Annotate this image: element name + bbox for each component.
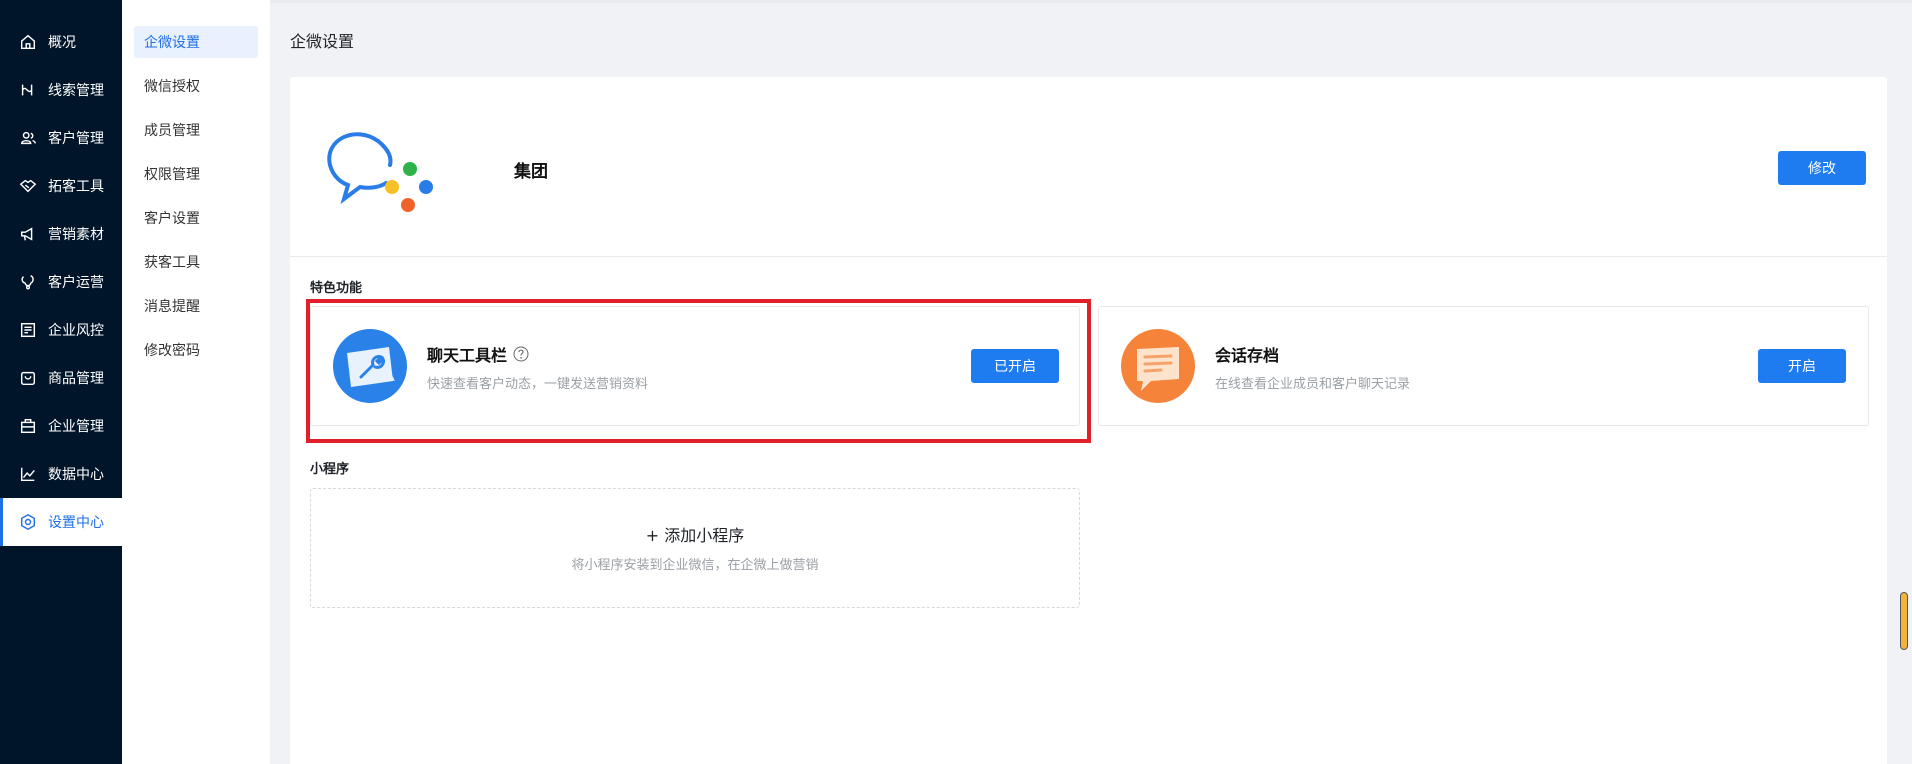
wecom-logo xyxy=(327,132,433,212)
sidebar-item-label: 客户运营 xyxy=(48,275,104,291)
settings-submenu: 企微设置 微信授权 成员管理 权限管理 客户设置 获客工具 消息提醒 修改密码 xyxy=(122,0,270,764)
top-border xyxy=(270,0,1912,3)
sidebar-item-enterprise[interactable]: 企业管理 xyxy=(0,402,122,450)
add-miniprogram-label: + 添加小程序 xyxy=(645,526,745,545)
sidebar-item-label: 数据中心 xyxy=(48,467,104,483)
users-icon xyxy=(18,128,38,148)
corp-name: 集团 xyxy=(514,162,548,182)
feature-title: 会话存档 xyxy=(1215,346,1280,365)
operation-icon xyxy=(18,272,38,292)
add-miniprogram-description: 将小程序安装到企业微信，在企微上做营销 xyxy=(571,558,819,573)
sidebar-item-products[interactable]: 商品管理 xyxy=(0,354,122,402)
sidebar-item-tools[interactable]: 拓客工具 xyxy=(0,162,122,210)
sidebar-item-customers[interactable]: 客户管理 xyxy=(0,114,122,162)
sidebar-item-data[interactable]: 数据中心 xyxy=(0,450,122,498)
session-archive-enable-button[interactable]: 开启 xyxy=(1758,349,1846,383)
sidebar-item-label: 企业风控 xyxy=(48,323,104,339)
sidebar-item-label: 拓客工具 xyxy=(48,179,104,195)
document-icon xyxy=(18,320,38,340)
submenu-item-permissions[interactable]: 权限管理 xyxy=(134,158,258,190)
help-icon[interactable] xyxy=(513,346,529,362)
main-sidebar: 概况 线索管理 客户管理 拓客工具 营销素材 客户运营 企业风控 商品管理 企业… xyxy=(0,0,122,764)
feature-description: 快速查看客户动态，一键发送营销资料 xyxy=(427,377,649,392)
submenu-item-wecom-settings[interactable]: 企微设置 xyxy=(134,26,258,58)
page-title: 企微设置 xyxy=(290,32,355,51)
submenu-item-notifications[interactable]: 消息提醒 xyxy=(134,290,258,322)
sidebar-item-label: 概况 xyxy=(48,35,76,51)
feature-title-text: 聊天工具栏 xyxy=(427,346,508,365)
sidebar-item-settings[interactable]: 设置中心 xyxy=(0,498,122,546)
settings-icon xyxy=(18,512,38,532)
wrench-chat-icon xyxy=(333,329,407,403)
chart-line-icon xyxy=(18,464,38,484)
sidebar-item-label: 商品管理 xyxy=(48,371,104,387)
feature-title: 聊天工具栏 xyxy=(427,342,529,366)
feature-card-session-archive: 会话存档 在线查看企业成员和客户聊天记录 开启 xyxy=(1098,306,1869,426)
sidebar-item-label: 客户管理 xyxy=(48,131,104,147)
corp-info-row: 集团 修改 xyxy=(290,77,1887,257)
home-icon xyxy=(18,32,38,52)
settings-card: 集团 修改 特色功能 聊天工具栏 快速查看客户动态，一键发送营销资料 已开启 会… xyxy=(290,77,1887,764)
sidebar-item-label: 线索管理 xyxy=(48,83,104,99)
submenu-item-change-password[interactable]: 修改密码 xyxy=(134,334,258,366)
funnel-icon xyxy=(18,80,38,100)
sidebar-item-label: 营销素材 xyxy=(48,227,104,243)
submenu-item-members[interactable]: 成员管理 xyxy=(134,114,258,146)
modify-button[interactable]: 修改 xyxy=(1778,151,1866,185)
handshake-icon xyxy=(18,176,38,196)
briefcase-icon xyxy=(18,416,38,436)
sidebar-item-leads[interactable]: 线索管理 xyxy=(0,66,122,114)
scrollbar-thumb[interactable] xyxy=(1900,592,1908,650)
chat-toolbar-enabled-button[interactable]: 已开启 xyxy=(971,349,1059,383)
megaphone-icon xyxy=(18,224,38,244)
submenu-item-customer-settings[interactable]: 客户设置 xyxy=(134,202,258,234)
add-miniprogram-box[interactable]: + 添加小程序 将小程序安装到企业微信，在企微上做营销 xyxy=(310,488,1080,608)
submenu-item-wechat-auth[interactable]: 微信授权 xyxy=(134,70,258,102)
submenu-item-acquisition-tools[interactable]: 获客工具 xyxy=(134,246,258,278)
sidebar-item-risk[interactable]: 企业风控 xyxy=(0,306,122,354)
sidebar-item-label: 设置中心 xyxy=(48,515,104,531)
archive-chat-icon xyxy=(1121,329,1195,403)
bag-icon xyxy=(18,368,38,388)
feature-card-chat-toolbar: 聊天工具栏 快速查看客户动态，一键发送营销资料 已开启 xyxy=(310,306,1080,426)
miniprogram-section-label: 小程序 xyxy=(310,462,350,477)
sidebar-item-label: 企业管理 xyxy=(48,419,104,435)
sidebar-item-materials[interactable]: 营销素材 xyxy=(0,210,122,258)
feature-description: 在线查看企业成员和客户聊天记录 xyxy=(1215,377,1411,392)
features-section-label: 特色功能 xyxy=(310,281,363,296)
sidebar-item-overview[interactable]: 概况 xyxy=(0,18,122,66)
sidebar-item-operations[interactable]: 客户运营 xyxy=(0,258,122,306)
